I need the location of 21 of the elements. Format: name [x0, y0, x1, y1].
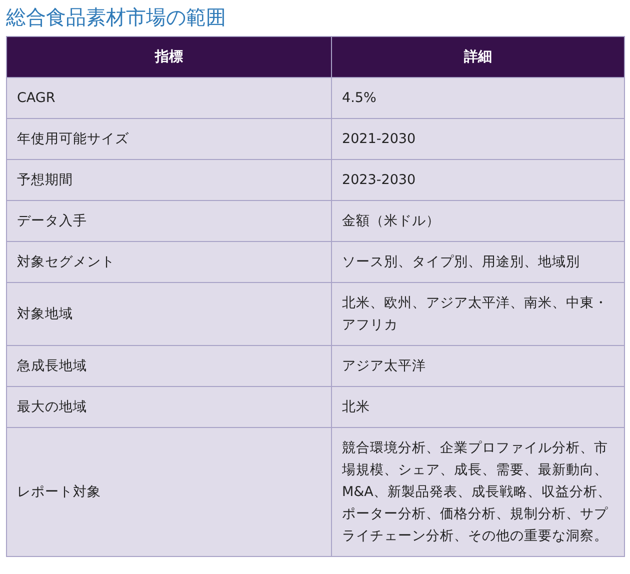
table-cell: 年使用可能サイズ [6, 118, 332, 160]
table-cell: 競合環境分析、企業プロファイル分析、市場規模、シェア、成長、需要、最新動向、M&A、新製品発表、成長戦略、収益分析、ポーター分析、価格分析、規制分析、サプライチェーン分析、その他の重要な洞察。 [332, 428, 624, 556]
table-cell: CAGR [6, 78, 332, 118]
table-cell: レポート対象 [6, 428, 332, 556]
section-title: 総合食品素材市場の範囲 [5, 4, 227, 31]
table-cell: 急成長地域 [6, 346, 332, 386]
table-cell: 最大の地域 [6, 386, 332, 428]
table-cell: 対象セグメント [6, 242, 332, 282]
table-cell: 北米、欧州、アジア太平洋、南米、中東・アフリカ [332, 282, 624, 346]
table-cell: データ入手 [6, 200, 332, 242]
table-cell: アジア太平洋 [332, 346, 624, 386]
table-cell: 対象地域 [6, 282, 332, 346]
table-cell: 4.5% [332, 78, 624, 118]
table-cell: 金額（米ドル） [332, 200, 624, 242]
table-cell: 2021-2030 [332, 118, 624, 160]
table-cell: 2023-2030 [332, 160, 624, 200]
table-cell: 予想期間 [6, 160, 332, 200]
table-cell: ソース別、タイプ別、用途別、地域別 [332, 242, 624, 282]
column-header: 指標 [6, 36, 332, 78]
column-header: 詳細 [332, 36, 624, 78]
table-cell: 北米 [332, 386, 624, 428]
